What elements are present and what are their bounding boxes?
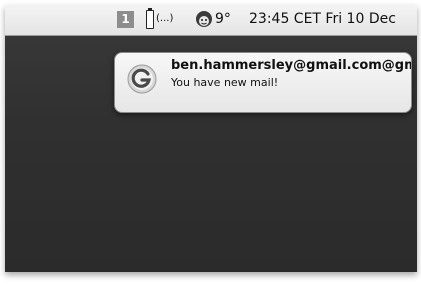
notification-message: You have new mail! [171, 76, 279, 89]
weather-face-icon[interactable] [195, 10, 213, 28]
gmail-notifier-icon [127, 64, 157, 94]
menu-clock[interactable]: 23:45 CET Fri 10 Dec [249, 11, 396, 27]
spaces-indicator[interactable]: 1 [117, 11, 134, 28]
battery-icon[interactable] [146, 8, 154, 29]
battery-status[interactable]: (...) [156, 13, 173, 24]
growl-notification[interactable]: ben.hammersley@gmail.com@gmail.com You h… [114, 52, 412, 113]
notification-title: ben.hammersley@gmail.com@gmail.com [171, 58, 411, 73]
menu-bar: 1 (...) 9° 23:45 CET Fri 10 Dec [5, 5, 417, 36]
temperature-label[interactable]: 9° [215, 11, 231, 27]
desktop: 1 (...) 9° 23:45 CET Fri 10 Dec ben.hamm… [5, 5, 417, 272]
